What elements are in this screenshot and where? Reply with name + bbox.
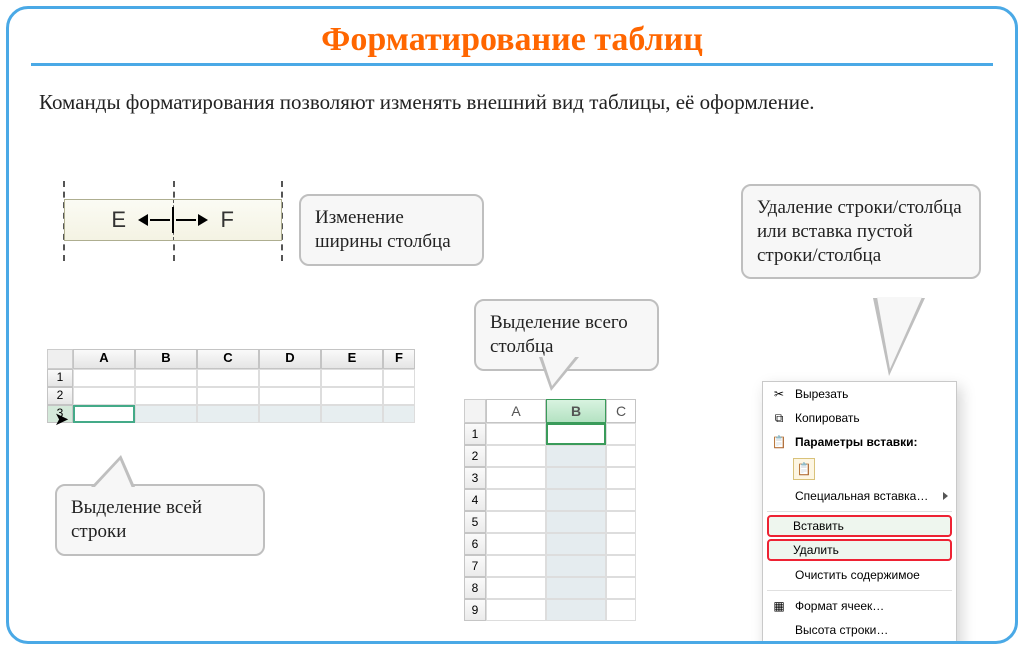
menu-item-paste-icon[interactable]: 📋 <box>763 454 956 484</box>
menu-item-paste-options[interactable]: 📋 Параметры вставки: <box>763 430 956 454</box>
callout-row-sel: Выделение всей строки <box>55 484 265 556</box>
menu-separator <box>767 511 952 512</box>
grid1-col-e: E <box>321 349 383 369</box>
grid1-corner <box>47 349 73 369</box>
menu-label: Параметры вставки: <box>795 435 918 449</box>
menu-label: Специальная вставка… <box>795 489 928 503</box>
menu-item-paste-special[interactable]: Специальная вставка… <box>763 484 956 508</box>
grid2-rh: 6 <box>464 533 486 555</box>
column-resize-illustration: E F <box>64 199 282 241</box>
grid2-col-a: A <box>486 399 546 423</box>
context-menu: ✂ Вырезать ⧉ Копировать 📋 Параметры вста… <box>762 381 957 644</box>
callout-tail-fill <box>877 297 922 369</box>
grid-col-selection: A B C 1 2 3 4 5 6 7 8 9 <box>464 399 636 621</box>
grid1-col-d: D <box>259 349 321 369</box>
grid1-row: 1 <box>47 369 447 387</box>
menu-item-format-cells[interactable]: ▦ Формат ячеек… <box>763 594 956 618</box>
grid2-header-row: A B C <box>464 399 636 423</box>
scissors-icon: ✂ <box>771 386 787 402</box>
grid2-rh: 5 <box>464 511 486 533</box>
grid1-row-h1: 1 <box>47 369 73 387</box>
menu-item-row-height[interactable]: Высота строки… <box>763 618 956 642</box>
menu-label: Формат ячеек… <box>795 599 884 613</box>
blank-icon <box>771 622 787 638</box>
grid2-corner <box>464 399 486 423</box>
grid1-col-a: A <box>73 349 135 369</box>
grid1-row: 2 <box>47 387 447 405</box>
resize-cursor-icon <box>138 207 208 233</box>
column-headers: E F <box>64 199 282 241</box>
grid2-rh: 4 <box>464 489 486 511</box>
grid2-rh: 1 <box>464 423 486 445</box>
menu-label: Очистить содержимое <box>795 568 920 582</box>
menu-item-clear[interactable]: Очистить содержимое <box>763 563 956 587</box>
title-rule <box>31 63 993 66</box>
format-icon: ▦ <box>771 598 787 614</box>
blank-icon <box>771 567 787 583</box>
callout-delete-insert: Удаление строки/столбца или вставка пуст… <box>741 184 981 279</box>
grid2-rh: 8 <box>464 577 486 599</box>
grid2-col-c: C <box>606 399 636 423</box>
grid2-rh: 2 <box>464 445 486 467</box>
grid1-header-row: A B C D E F <box>47 349 447 369</box>
grid1-col-b: B <box>135 349 197 369</box>
grid1-col-f: F <box>383 349 415 369</box>
cursor-icon: ➤ <box>54 409 69 430</box>
menu-label: Копировать <box>795 411 860 425</box>
menu-label: Высота строки… <box>795 623 888 637</box>
grid1-row-h2: 2 <box>47 387 73 405</box>
menu-item-hide[interactable]: Скрыть <box>763 642 956 644</box>
grid1-col-c: C <box>197 349 259 369</box>
menu-label: Вырезать <box>795 387 848 401</box>
paste-icon: 📋 <box>793 458 815 480</box>
grid2-rh: 9 <box>464 599 486 621</box>
menu-item-insert[interactable]: Вставить <box>767 515 952 537</box>
copy-icon: ⧉ <box>771 410 787 426</box>
grid2-rh: 7 <box>464 555 486 577</box>
grid2-col-b: B <box>546 399 606 423</box>
grid2-rh: 3 <box>464 467 486 489</box>
slide-frame: Форматирование таблиц Команды форматиров… <box>6 6 1018 644</box>
menu-label: Удалить <box>793 543 839 557</box>
menu-item-delete[interactable]: Удалить <box>767 539 952 561</box>
clipboard-icon: 📋 <box>771 434 787 450</box>
callout-tail-fill <box>94 460 132 488</box>
menu-item-cut[interactable]: ✂ Вырезать <box>763 382 956 406</box>
grid1-row-selected: 3 <box>47 405 447 423</box>
menu-label: Вставить <box>793 519 844 533</box>
page-title: Форматирование таблиц <box>31 21 993 59</box>
blank-icon <box>771 488 787 504</box>
callout-resize: Изменение ширины столбца <box>299 194 484 266</box>
menu-item-copy[interactable]: ⧉ Копировать <box>763 406 956 430</box>
grid-row-selection: A B C D E F 1 2 3 <box>47 349 447 423</box>
menu-separator <box>767 590 952 591</box>
callout-tail-fill <box>542 356 576 386</box>
intro-text: Команды форматирования позволяют изменят… <box>39 88 985 116</box>
